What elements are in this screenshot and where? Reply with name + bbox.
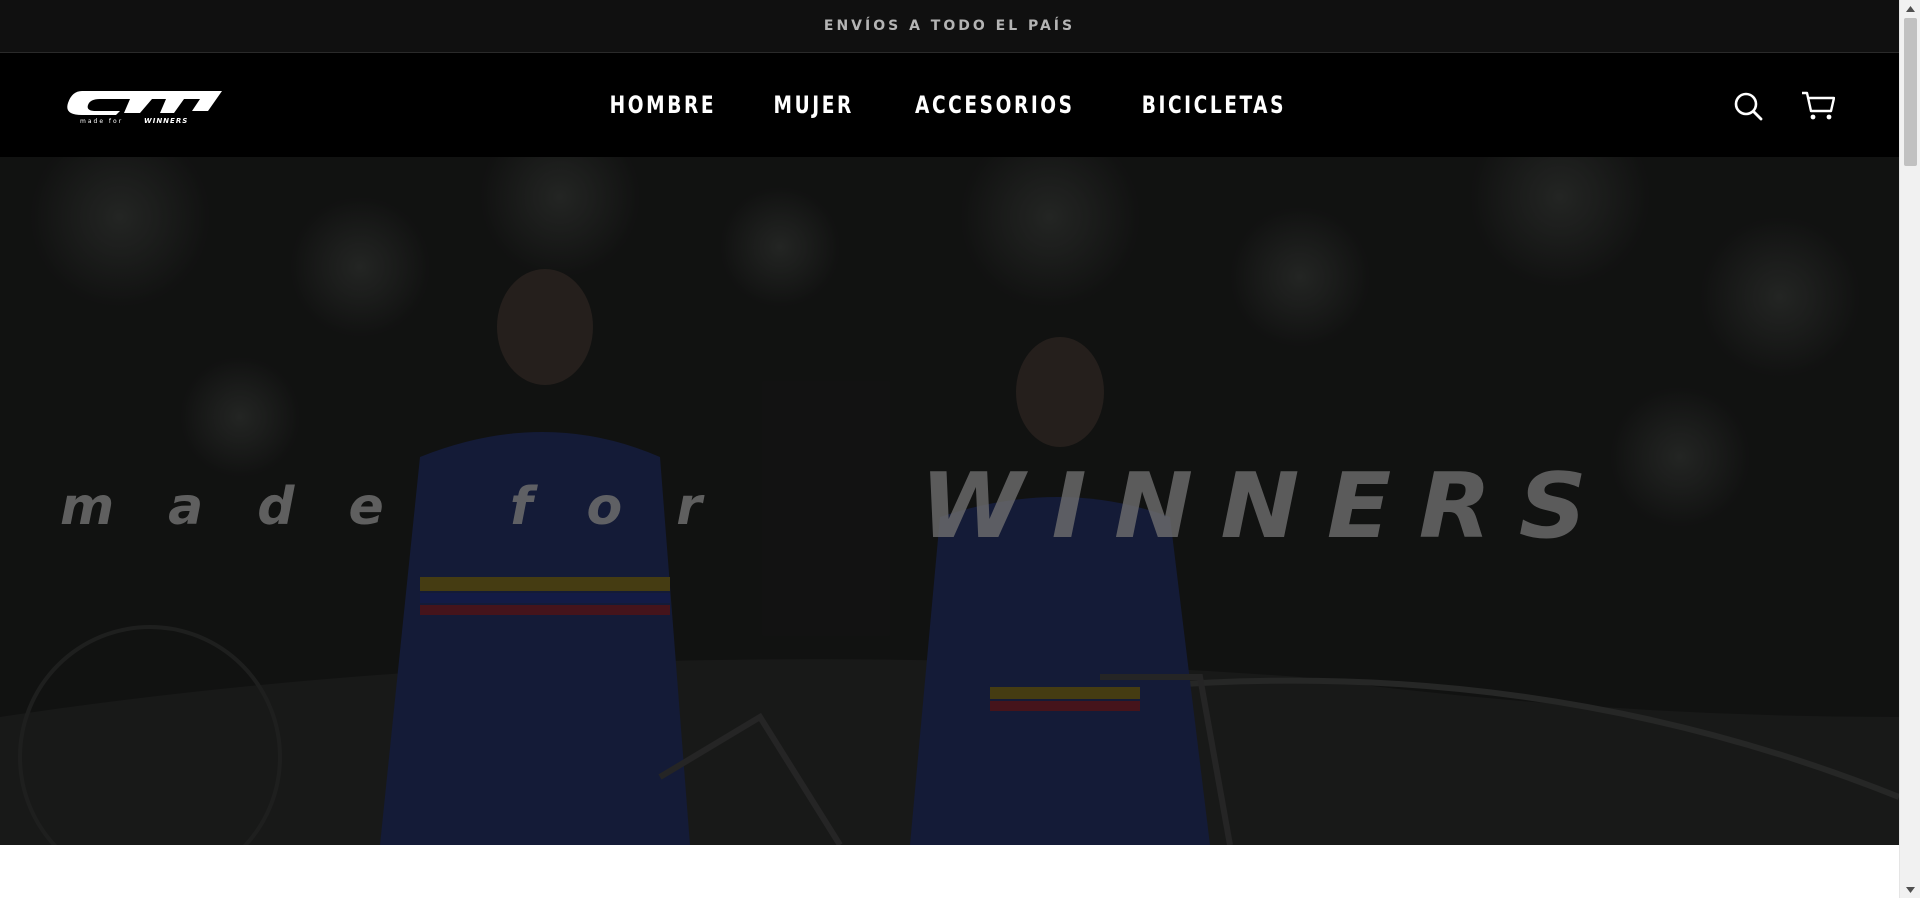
main-nav: HOMBRE MUJER ACCESORIOS BICICLETAS bbox=[0, 53, 1899, 157]
tagline-winners: WINNERS bbox=[920, 454, 1615, 559]
scroll-down-arrow-icon bbox=[1906, 886, 1915, 893]
vertical-scrollbar[interactable] bbox=[1899, 0, 1920, 898]
page-content-start bbox=[0, 845, 1899, 898]
search-icon bbox=[1734, 92, 1763, 121]
nav-item-bicicletas[interactable]: BICICLETAS bbox=[1142, 91, 1286, 119]
search-button[interactable] bbox=[1730, 88, 1766, 124]
announcement-text: ENVÍOS A TODO EL PAÍS bbox=[823, 18, 1076, 34]
cart-button[interactable] bbox=[1800, 88, 1836, 124]
scroll-down-button[interactable] bbox=[1900, 881, 1920, 898]
tagline-made-for: made for bbox=[60, 477, 756, 537]
site-header: made for WINNERS HOMBRE MUJER ACCESORIOS… bbox=[0, 53, 1899, 157]
scrollbar-thumb[interactable] bbox=[1904, 18, 1917, 166]
scroll-up-arrow-icon bbox=[1906, 5, 1915, 12]
scroll-up-button[interactable] bbox=[1900, 0, 1920, 17]
hero-tagline: made for WINNERS bbox=[60, 462, 1760, 552]
cart-icon bbox=[1802, 91, 1835, 120]
nav-item-accesorios[interactable]: ACCESORIOS bbox=[915, 91, 1075, 119]
nav-item-hombre[interactable]: HOMBRE bbox=[610, 91, 716, 119]
hero-banner[interactable]: made for WINNERS bbox=[0, 157, 1899, 845]
page: ENVÍOS A TODO EL PAÍS made for WINNERS H… bbox=[0, 0, 1899, 898]
announcement-bar: ENVÍOS A TODO EL PAÍS bbox=[0, 0, 1899, 53]
nav-item-mujer[interactable]: MUJER bbox=[773, 91, 853, 119]
